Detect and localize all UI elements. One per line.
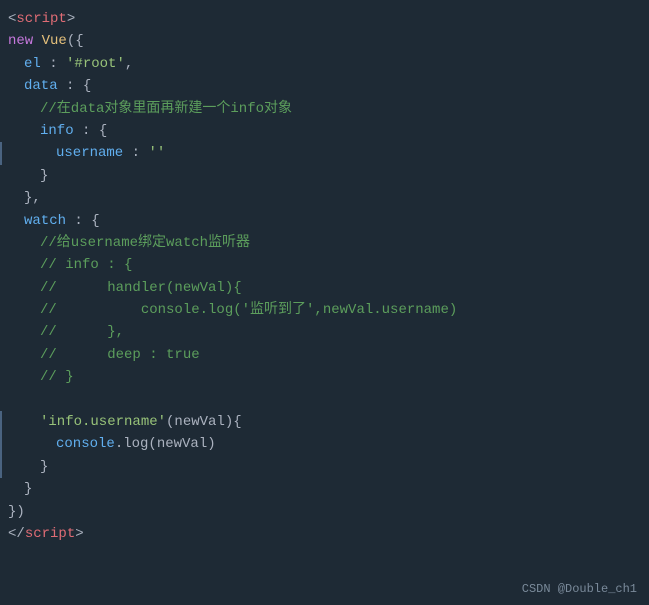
code-line: watch : {	[0, 210, 649, 232]
code-line: username : ''	[0, 142, 649, 164]
code-line: }	[0, 456, 649, 478]
code-line: data : {	[0, 75, 649, 97]
code-line: // },	[0, 321, 649, 343]
code-line: console.log(newVal)	[0, 433, 649, 455]
code-line: // }	[0, 366, 649, 388]
code-line: el : '#root',	[0, 53, 649, 75]
code-line: <script>	[0, 8, 649, 30]
footer-credit: CSDN @Double_ch1	[522, 580, 637, 599]
code-line: // deep : true	[0, 344, 649, 366]
code-line: //在data对象里面再新建一个info对象	[0, 98, 649, 120]
code-line: // handler(newVal){	[0, 277, 649, 299]
code-line: //给username绑定watch监听器	[0, 232, 649, 254]
code-block: <script>new Vue({el : '#root',data : {//…	[0, 8, 649, 545]
code-line: },	[0, 187, 649, 209]
code-line: })	[0, 501, 649, 523]
code-line: new Vue({	[0, 30, 649, 52]
code-line: }	[0, 165, 649, 187]
code-line: </script>	[0, 523, 649, 545]
code-line: 'info.username'(newVal){	[0, 411, 649, 433]
code-container: <script>new Vue({el : '#root',data : {//…	[0, 0, 649, 605]
code-line: // info : {	[0, 254, 649, 276]
code-line: info : {	[0, 120, 649, 142]
code-line	[0, 389, 649, 411]
code-line: }	[0, 478, 649, 500]
code-line: // console.log('监听到了',newVal.username)	[0, 299, 649, 321]
